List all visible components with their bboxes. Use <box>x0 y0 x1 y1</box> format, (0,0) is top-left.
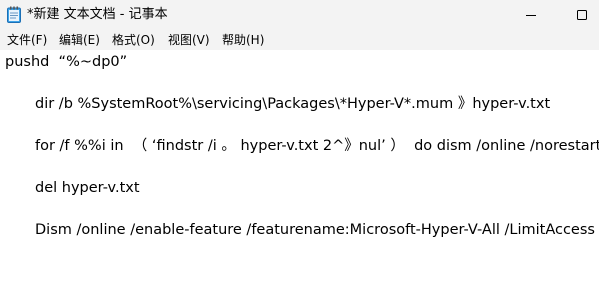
menu-view[interactable]: 视图(V) <box>168 32 210 48</box>
minimize-icon <box>526 15 536 16</box>
text-line[interactable]: dir /b %SystemRoot%\servicing\Packages\*… <box>35 95 550 113</box>
text-editor[interactable]: pushd “%~dp0” dir /b %SystemRoot%\servic… <box>0 50 599 300</box>
text-line[interactable]: del hyper-v.txt <box>35 179 140 197</box>
menu-help[interactable]: 帮助(H) <box>222 32 264 48</box>
text-line[interactable]: Dism /online /enable-feature /featurenam… <box>35 221 599 239</box>
notepad-window: *新建 文本文档 - 记事本 文件(F) 编辑(E) 格式(O) 视图(V) 帮… <box>0 0 599 300</box>
maximize-button[interactable] <box>556 0 599 30</box>
window-title: *新建 文本文档 - 记事本 <box>27 7 168 22</box>
text-line[interactable]: for /f %%i in （ ‘findstr /i 。 hyper-v.tx… <box>35 137 599 155</box>
notepad-icon <box>7 6 21 23</box>
menu-format[interactable]: 格式(O) <box>112 32 155 48</box>
title-bar[interactable]: *新建 文本文档 - 记事本 <box>0 0 599 30</box>
menu-edit[interactable]: 编辑(E) <box>59 32 100 48</box>
menu-bar: 文件(F) 编辑(E) 格式(O) 视图(V) 帮助(H) <box>0 30 599 50</box>
text-line[interactable]: pushd “%~dp0” <box>5 53 127 71</box>
maximize-icon <box>577 10 587 20</box>
minimize-button[interactable] <box>508 0 554 30</box>
menu-file[interactable]: 文件(F) <box>7 32 47 48</box>
